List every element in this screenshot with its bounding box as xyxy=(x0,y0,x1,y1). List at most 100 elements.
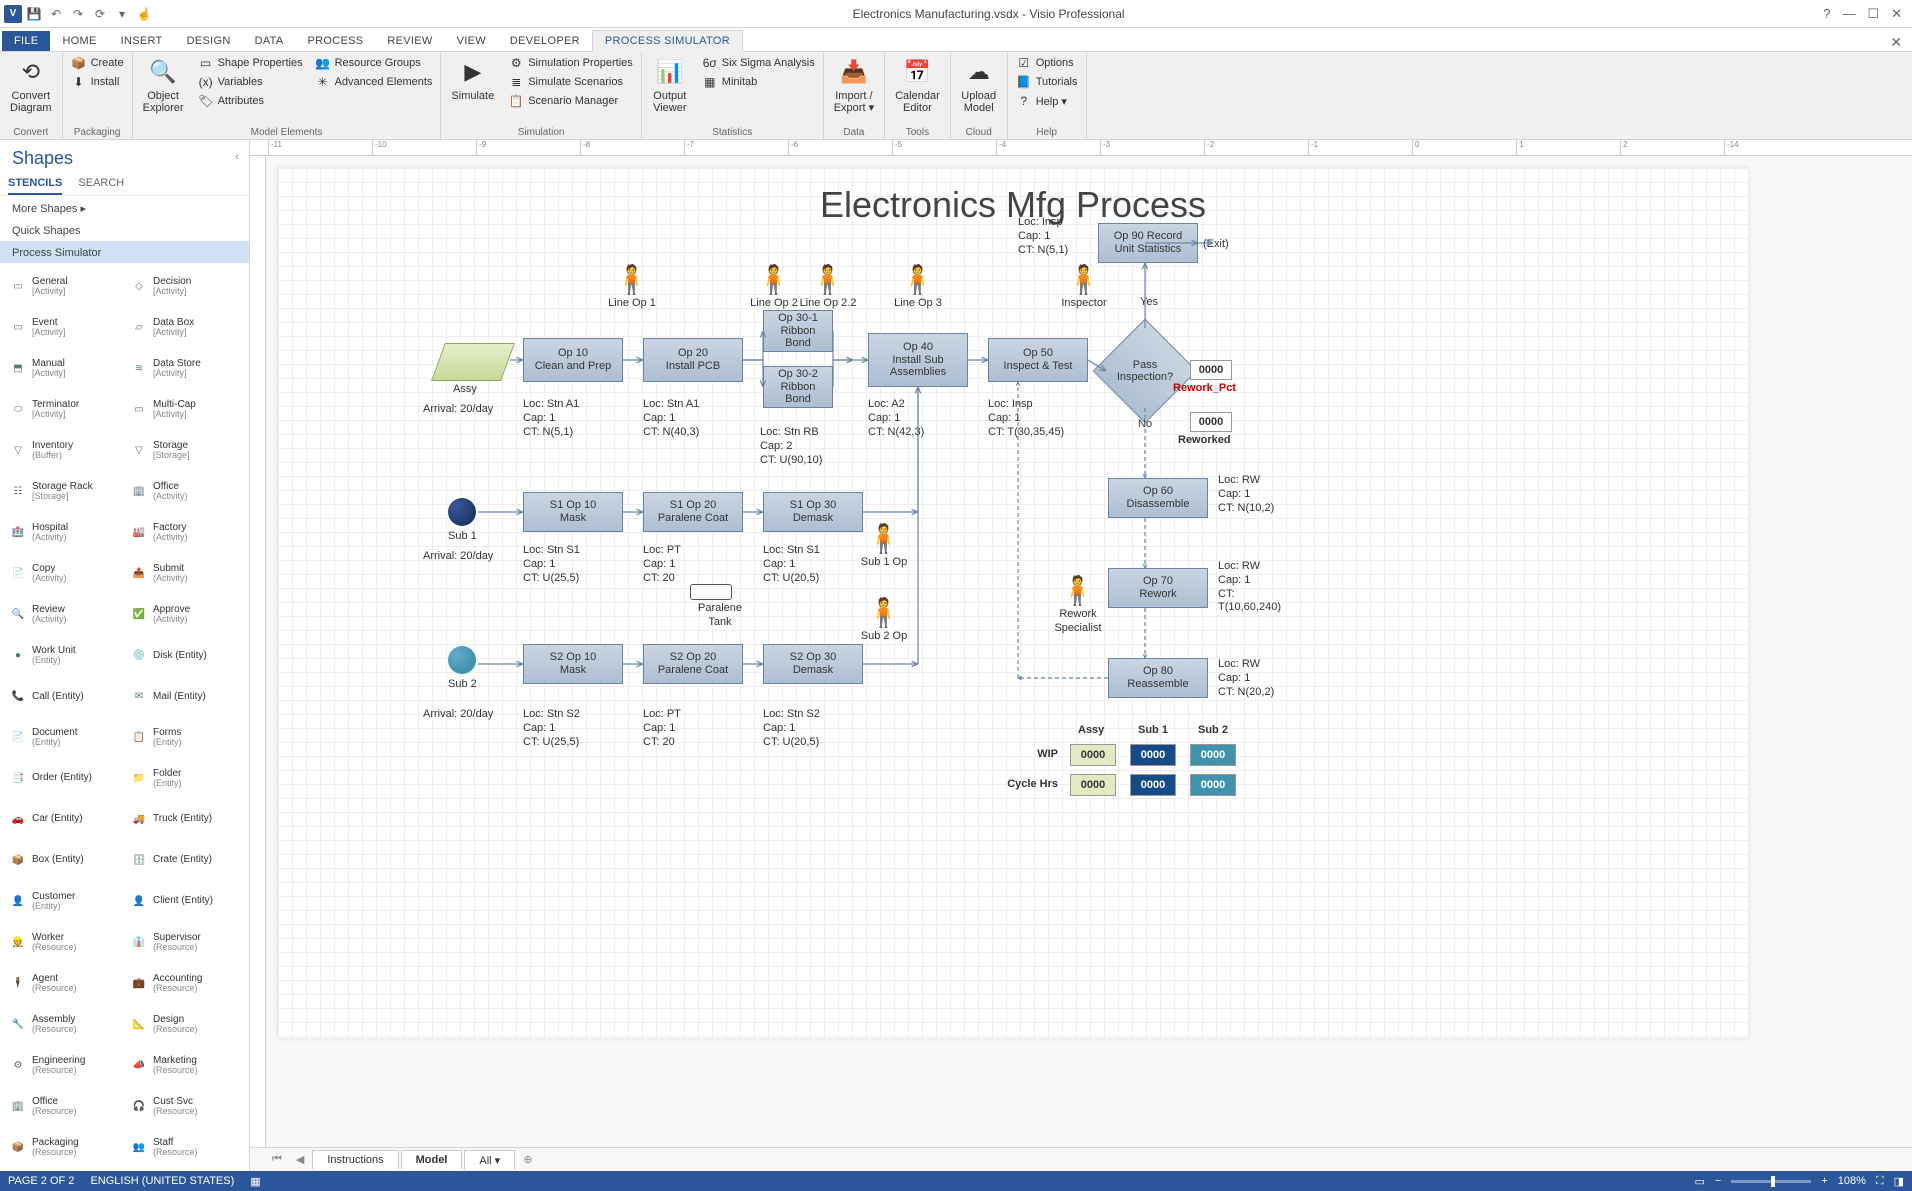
shape-office[interactable]: 🏢Office(Resource) xyxy=(4,1086,124,1126)
sheet-model[interactable]: Model xyxy=(401,1150,463,1169)
connector[interactable] xyxy=(278,168,1748,1038)
tab-file[interactable]: FILE xyxy=(2,31,50,51)
connector[interactable] xyxy=(278,168,1748,1038)
shape-multi-cap[interactable]: ▭Multi-Cap[Activity] xyxy=(125,390,245,430)
add-sheet-icon[interactable]: ⊕ xyxy=(517,1153,538,1166)
current-stencil[interactable]: Process Simulator xyxy=(0,241,249,263)
shape-data-store[interactable]: ≋Data Store[Activity] xyxy=(125,349,245,389)
connector[interactable] xyxy=(278,168,1748,1038)
options-button[interactable]: ☑Options xyxy=(1012,54,1082,72)
shape-design[interactable]: 📐Design(Resource) xyxy=(125,1004,245,1044)
tab-review[interactable]: REVIEW xyxy=(375,31,444,51)
tab-developer[interactable]: DEVELOPER xyxy=(498,31,592,51)
sub2-shape[interactable] xyxy=(448,646,476,674)
shape-marketing[interactable]: 📣Marketing(Resource) xyxy=(125,1045,245,1085)
minitab-button[interactable]: ▦Minitab xyxy=(698,73,819,91)
connector[interactable] xyxy=(278,168,1748,1038)
resource-groups-button[interactable]: 👥Resource Groups xyxy=(311,54,437,72)
s2-op30[interactable]: S2 Op 30Demask xyxy=(763,644,863,684)
shape-disk-entity-[interactable]: 💿Disk (Entity) xyxy=(125,636,245,676)
zoom-level[interactable]: 108% xyxy=(1838,1175,1866,1187)
shape-factory[interactable]: 🏭Factory(Activity) xyxy=(125,513,245,553)
connector[interactable] xyxy=(278,168,1748,1038)
connector[interactable] xyxy=(278,168,1748,1038)
fullscreen-icon[interactable]: ◨ xyxy=(1894,1175,1904,1188)
connector[interactable] xyxy=(278,168,1748,1038)
shape-worker[interactable]: 👷Worker(Resource) xyxy=(4,922,124,962)
dropdown-icon[interactable]: ▾ xyxy=(112,4,132,24)
op30-1[interactable]: Op 30-1RibbonBond xyxy=(763,310,833,352)
s2-op10[interactable]: S2 Op 10Mask xyxy=(523,644,623,684)
calendar-editorbutton[interactable]: 📅CalendarEditor xyxy=(889,54,946,116)
language-indicator[interactable]: ENGLISH (UNITED STATES) xyxy=(90,1175,234,1187)
op80[interactable]: Op 80Reassemble xyxy=(1108,658,1208,698)
op30-2[interactable]: Op 30-2RibbonBond xyxy=(763,366,833,408)
sheet-nav-first[interactable]: ⏮ xyxy=(266,1153,288,1166)
table-cyclehrs-1[interactable]: 0000 xyxy=(1130,774,1176,796)
connector[interactable] xyxy=(278,168,1748,1038)
more-shapes[interactable]: More Shapes ▸ xyxy=(0,196,249,219)
simulation-properties-button[interactable]: ⚙Simulation Properties xyxy=(504,54,637,72)
connector[interactable] xyxy=(278,168,1748,1038)
redo-icon[interactable]: ↷ xyxy=(68,4,88,24)
shape-manual[interactable]: ⬒Manual[Activity] xyxy=(4,349,124,389)
shape-crate-entity-[interactable]: 🗄Crate (Entity) xyxy=(125,840,245,880)
tab-process-simulator[interactable]: PROCESS SIMULATOR xyxy=(592,30,743,52)
table-wip-1[interactable]: 0000 xyxy=(1130,744,1176,766)
quick-shapes[interactable]: Quick Shapes xyxy=(0,219,249,241)
connector[interactable] xyxy=(278,168,1748,1038)
scenario-manager-button[interactable]: 📋Scenario Manager xyxy=(504,92,637,110)
drawing-page[interactable]: Electronics Mfg Process AssyArrival: 20/… xyxy=(278,168,1748,1038)
stencils-tab[interactable]: STENCILS xyxy=(8,173,62,195)
table-wip-0[interactable]: 0000 xyxy=(1070,744,1116,766)
help-icon[interactable]: ? xyxy=(1823,6,1830,22)
refresh-icon[interactable]: ⟳ xyxy=(90,4,110,24)
create-button[interactable]: 📦Create xyxy=(67,54,128,72)
connector[interactable] xyxy=(278,168,1748,1038)
page-indicator[interactable]: PAGE 2 OF 2 xyxy=(8,1175,74,1187)
op90[interactable]: Op 90 RecordUnit Statistics xyxy=(1098,223,1198,263)
connector[interactable] xyxy=(278,168,1748,1038)
line-op-2[interactable]: 🧍 xyxy=(756,263,791,296)
shape-office[interactable]: 🏢Office(Activity) xyxy=(125,472,245,512)
close-button[interactable]: ✕ xyxy=(1891,6,1902,22)
connector[interactable] xyxy=(278,168,1748,1038)
shape-staff[interactable]: 👥Staff(Resource) xyxy=(125,1127,245,1167)
shape-hospital[interactable]: 🏥Hospital(Activity) xyxy=(4,513,124,553)
shape-work-unit[interactable]: ●Work Unit(Entity) xyxy=(4,636,124,676)
shape-agent[interactable]: 🕴Agent(Resource) xyxy=(4,963,124,1003)
touch-icon[interactable]: ☝ xyxy=(134,4,154,24)
maximize-button[interactable]: ☐ xyxy=(1867,6,1879,22)
table-wip-2[interactable]: 0000 xyxy=(1190,744,1236,766)
connector[interactable] xyxy=(278,168,1748,1038)
shape-inventory[interactable]: ▽Inventory(Buffer) xyxy=(4,431,124,471)
op60[interactable]: Op 60Disassemble xyxy=(1108,478,1208,518)
shape-data-box[interactable]: ▱Data Box[Activity] xyxy=(125,308,245,348)
shape-folder[interactable]: 📁Folder(Entity) xyxy=(125,758,245,798)
inspector[interactable]: 🧍 xyxy=(1066,263,1101,296)
s1-op30[interactable]: S1 Op 30Demask xyxy=(763,492,863,532)
shape-general[interactable]: ▭General[Activity] xyxy=(4,267,124,307)
shape-decision[interactable]: ◇Decision[Activity] xyxy=(125,267,245,307)
shape-cust-svc[interactable]: 🎧Cust Svc(Resource) xyxy=(125,1086,245,1126)
connector[interactable] xyxy=(278,168,1748,1038)
line-op-2-2[interactable]: 🧍 xyxy=(810,263,845,296)
connector[interactable] xyxy=(278,168,1748,1038)
tab-data[interactable]: DATA xyxy=(243,31,296,51)
connector[interactable] xyxy=(278,168,1748,1038)
table-cyclehrs-2[interactable]: 0000 xyxy=(1190,774,1236,796)
shape-supervisor[interactable]: 👔Supervisor(Resource) xyxy=(125,922,245,962)
sheet-all[interactable]: All ▾ xyxy=(464,1150,515,1170)
shape-packaging[interactable]: 📦Packaging(Resource) xyxy=(4,1127,124,1167)
canvas[interactable]: Electronics Mfg Process AssyArrival: 20/… xyxy=(266,156,1912,1147)
advanced-elements-button[interactable]: ✳Advanced Elements xyxy=(311,73,437,91)
rework-pct-counter[interactable]: 0000 xyxy=(1190,360,1232,380)
search-tab[interactable]: SEARCH xyxy=(78,173,124,195)
shape-document[interactable]: 📄Document(Entity) xyxy=(4,717,124,757)
object-explorerbutton[interactable]: 🔍ObjectExplorer xyxy=(137,54,190,116)
tab-view[interactable]: VIEW xyxy=(445,31,498,51)
shape-approve[interactable]: ✅Approve(Activity) xyxy=(125,595,245,635)
tab-insert[interactable]: INSERT xyxy=(109,31,175,51)
shape-customer[interactable]: 👤Customer(Entity) xyxy=(4,881,124,921)
shape-properties-button[interactable]: ▭Shape Properties xyxy=(194,54,307,72)
